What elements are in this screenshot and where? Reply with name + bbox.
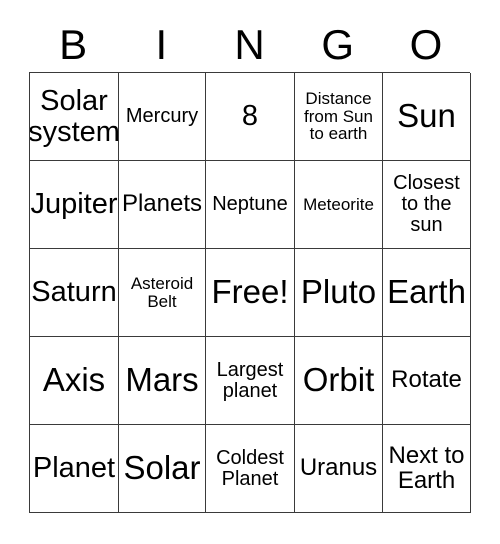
bingo-cell-n1[interactable]: 8: [206, 73, 295, 161]
bingo-cell-text: Mars: [125, 361, 199, 399]
bingo-header-letter-o: O: [409, 21, 443, 68]
bingo-cell-o2[interactable]: Closest to the sun: [383, 161, 471, 249]
bingo-cell-g5[interactable]: Uranus: [295, 425, 383, 513]
bingo-cell-i3[interactable]: Asteroid Belt: [119, 249, 206, 337]
bingo-cell-i2[interactable]: Planets: [119, 161, 206, 249]
bingo-cell-text: Distance from Sun to earth: [304, 88, 373, 144]
bingo-cell-text: Orbit: [302, 361, 375, 399]
bingo-cell-text: Next to Earth: [388, 441, 465, 494]
bingo-cell-b5[interactable]: Planet: [30, 425, 119, 513]
bingo-header-letter-i: I: [155, 21, 168, 68]
bingo-cell-text: Neptune: [212, 193, 288, 216]
bingo-cell-text: Saturn: [31, 276, 117, 309]
bingo-cell-b2[interactable]: Jupiter: [30, 161, 119, 249]
bingo-cell-free-space[interactable]: Free!: [206, 249, 295, 337]
bingo-cell-n2[interactable]: Neptune: [206, 161, 295, 249]
bingo-cell-g4[interactable]: Orbit: [295, 337, 383, 425]
bingo-cell-text: Solar system: [30, 85, 119, 148]
bingo-cell-n5[interactable]: Coldest Planet: [206, 425, 295, 513]
bingo-card: B I N G O Solar system Mercury 8 Distanc…: [0, 0, 500, 544]
bingo-cell-text: Meteorite: [303, 194, 374, 214]
bingo-cell-i4[interactable]: Mars: [119, 337, 206, 425]
bingo-grid: Solar system Mercury 8 Distance from Sun…: [29, 72, 471, 513]
bingo-cell-text: Asteroid Belt: [130, 273, 194, 311]
bingo-cell-text: 8: [241, 100, 259, 133]
bingo-cell-o5[interactable]: Next to Earth: [383, 425, 471, 513]
bingo-cell-n4[interactable]: Largest planet: [206, 337, 295, 425]
bingo-cell-text: Axis: [42, 361, 106, 399]
bingo-cell-b1[interactable]: Solar system: [30, 73, 119, 161]
bingo-cell-o1[interactable]: Sun: [383, 73, 471, 161]
bingo-cell-text: Rotate: [391, 366, 462, 394]
bingo-cell-text: Pluto: [300, 273, 377, 311]
bingo-header-letter-b: B: [59, 21, 88, 68]
bingo-header: B I N G O: [29, 18, 470, 72]
bingo-cell-o4[interactable]: Rotate: [383, 337, 471, 425]
bingo-cell-text: Free!: [211, 273, 289, 311]
bingo-cell-i5[interactable]: Solar: [119, 425, 206, 513]
bingo-cell-text: Planets: [121, 190, 203, 218]
bingo-header-letter-n: N: [234, 21, 265, 68]
bingo-cell-i1[interactable]: Mercury: [119, 73, 206, 161]
bingo-cell-text: Mercury: [125, 105, 199, 128]
bingo-cell-text: Closest to the sun: [393, 172, 460, 236]
bingo-cell-text: Sun: [397, 97, 456, 135]
bingo-cell-b3[interactable]: Saturn: [30, 249, 119, 337]
bingo-cell-text: Uranus: [299, 454, 378, 482]
bingo-cell-text: Jupiter: [30, 188, 118, 221]
bingo-cell-text: Coldest Planet: [216, 446, 284, 490]
bingo-cell-text: Planet: [32, 452, 116, 485]
bingo-header-letter-g: G: [321, 21, 355, 68]
bingo-cell-o3[interactable]: Earth: [383, 249, 471, 337]
bingo-cell-text: Largest planet: [216, 358, 284, 402]
bingo-cell-g2[interactable]: Meteorite: [295, 161, 383, 249]
bingo-cell-g1[interactable]: Distance from Sun to earth: [295, 73, 383, 161]
bingo-cell-b4[interactable]: Axis: [30, 337, 119, 425]
bingo-cell-text: Solar: [123, 449, 201, 487]
bingo-cell-text: Earth: [387, 273, 466, 311]
bingo-cell-g3[interactable]: Pluto: [295, 249, 383, 337]
